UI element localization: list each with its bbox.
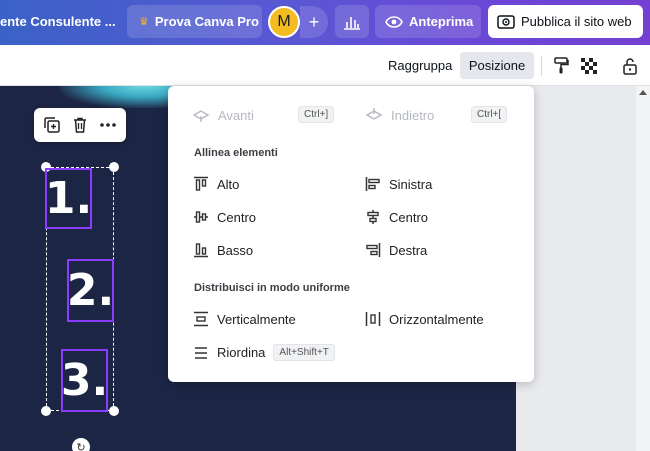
number-three-text[interactable]: 3. [61,349,108,412]
align-center-label: Centro [389,209,429,225]
transparency-button[interactable] [578,55,600,77]
lock-button[interactable] [619,55,641,77]
checkerboard-icon [581,58,597,74]
copy-style-button[interactable] [550,55,572,77]
send-backward-button[interactable]: Indietro [365,106,434,124]
eye-icon [385,15,403,28]
trash-icon[interactable] [73,117,87,133]
align-right-label: Destra [389,242,428,258]
number-two-text[interactable]: 2. [67,259,114,322]
distribute-vertically-label: Verticalmente [217,311,296,327]
align-right-icon [366,243,381,257]
workspace-background [516,86,650,451]
vertical-scrollbar[interactable] [636,86,650,451]
group-button[interactable]: Raggruppa [380,52,460,79]
distribute-section-heading: Distribuisci in modo uniforme [194,282,350,294]
number-one-text[interactable]: 1. [45,168,92,229]
align-center-button[interactable]: Centro [365,209,428,225]
align-section-heading: Allinea elementi [194,147,278,159]
rotate-handle-icon[interactable]: ↻ [72,438,90,451]
align-bottom-label: Basso [217,242,254,258]
editor-toolbar: Raggruppa Posizione [0,45,650,86]
add-collaborator-button[interactable]: + [300,6,328,38]
align-left-label: Sinistra [389,176,433,192]
bring-forward-shortcut: Ctrl+] [298,106,335,123]
align-top-icon [194,176,208,191]
reorder-label: Riordina [217,345,266,360]
position-panel: Avanti Ctrl+] Indietro Ctrl+[ Allinea el… [168,86,534,382]
reorder-lines-icon [195,346,207,359]
resize-handle-bottom-right[interactable] [109,406,119,416]
resize-handle-top-right[interactable] [109,162,119,172]
reorder-shortcut: Alt+Shift+T [273,344,335,361]
bring-forward-icon [192,110,210,122]
align-right-button[interactable]: Destra [365,242,427,258]
align-top-label: Alto [217,176,240,192]
reorder-button[interactable]: Riordina Alt+Shift+T [193,344,335,361]
bring-forward-button[interactable]: Avanti [192,106,254,124]
crown-icon: ♛ [139,16,149,28]
position-button[interactable]: Posizione [460,52,534,79]
website-icon [497,14,515,29]
align-bottom-button[interactable]: Basso [193,242,253,258]
align-top-button[interactable]: Alto [193,176,239,192]
document-title[interactable]: ente Consulente ... [0,14,116,29]
bar-chart-icon [344,16,360,30]
toolbar-divider [541,56,542,76]
try-canva-pro-button[interactable]: ♛ Prova Canva Pro [127,5,262,38]
align-left-icon [365,177,380,191]
align-middle-icon [194,211,208,223]
distribute-horizontal-icon [365,312,381,326]
send-backward-label: Indietro [391,107,435,123]
align-middle-label: Centro [217,209,257,225]
send-backward-shortcut: Ctrl+[ [471,106,508,123]
align-bottom-icon [194,243,208,258]
publish-website-label: Pubblica il sito web [521,14,632,29]
scroll-up-arrow-icon[interactable] [639,90,647,95]
distribute-vertical-icon [194,311,208,327]
align-center-icon [367,210,379,224]
resize-handle-bottom-left[interactable] [41,406,51,416]
preview-button[interactable]: Anteprima [375,5,481,38]
align-left-button[interactable]: Sinistra [365,176,432,192]
try-canva-pro-label: Prova Canva Pro [154,14,259,29]
preview-label: Anteprima [409,14,474,29]
decorative-texture [60,86,180,108]
avatar[interactable]: M [268,6,300,38]
element-floating-toolbar [34,108,126,142]
distribute-horizontally-label: Orizzontalmente [389,311,484,327]
paint-roller-icon [554,57,569,74]
distribute-horizontally-button[interactable]: Orizzontalmente [365,311,484,327]
bring-forward-label: Avanti [218,107,254,123]
duplicate-icon[interactable] [44,117,61,133]
distribute-vertically-button[interactable]: Verticalmente [193,311,296,327]
insights-button[interactable] [335,5,369,38]
publish-website-button[interactable]: Pubblica il sito web [488,5,643,38]
unlock-icon [623,58,637,75]
top-bar: ente Consulente ... ♛ Prova Canva Pro M … [0,0,650,45]
more-options-icon[interactable] [99,123,116,127]
send-backward-icon [365,108,383,120]
align-middle-button[interactable]: Centro [193,209,256,225]
